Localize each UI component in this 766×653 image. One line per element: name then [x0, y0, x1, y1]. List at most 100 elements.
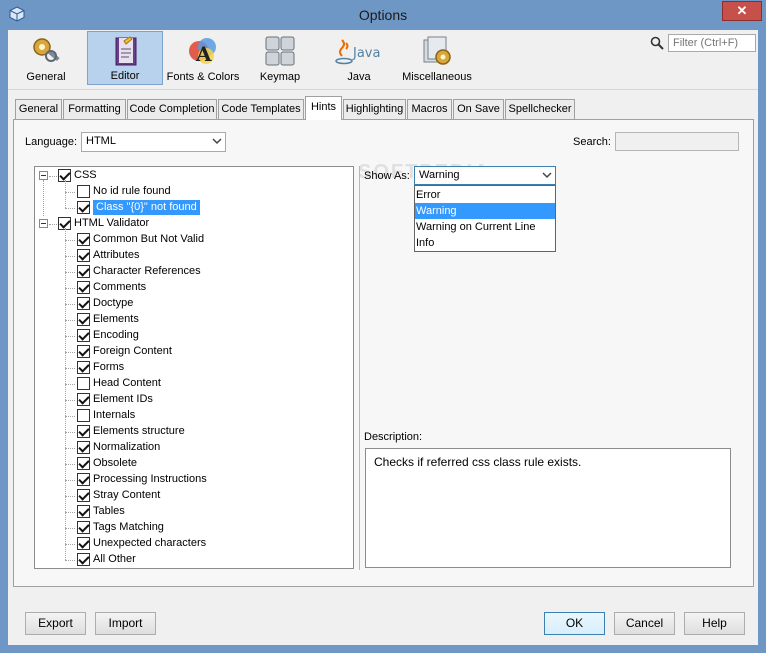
- show-as-option[interactable]: Warning: [415, 203, 555, 219]
- hint-checkbox[interactable]: [77, 441, 90, 454]
- tree-connector: [65, 256, 75, 257]
- tree-item-row[interactable]: Encoding: [77, 328, 139, 344]
- cancel-button[interactable]: Cancel: [614, 612, 675, 635]
- close-button[interactable]: ✕: [722, 1, 762, 21]
- title-bar[interactable]: Options ✕: [0, 0, 766, 30]
- tree-item-row[interactable]: Stray Content: [77, 488, 160, 504]
- tree-item-row[interactable]: Common But Not Valid: [77, 232, 204, 248]
- tree-connector: [65, 228, 66, 560]
- category-editor[interactable]: Editor: [87, 31, 163, 85]
- category-miscellaneous[interactable]: Miscellaneous: [397, 31, 477, 85]
- language-select[interactable]: HTML: [81, 132, 226, 152]
- hint-label: Attributes: [93, 249, 140, 261]
- category-label: Fonts & Colors: [166, 71, 240, 83]
- hint-checkbox[interactable]: [77, 409, 90, 422]
- show-as-option[interactable]: Warning on Current Line: [415, 219, 555, 235]
- hint-checkbox[interactable]: [77, 537, 90, 550]
- tree-item-row[interactable]: Head Content: [77, 376, 161, 392]
- hint-checkbox[interactable]: [77, 361, 90, 374]
- tree-group-label: CSS: [74, 169, 97, 181]
- tree-item-row[interactable]: No id rule found: [77, 184, 171, 200]
- category-keymap[interactable]: Keymap: [242, 31, 318, 85]
- tree-item-row[interactable]: Tables: [77, 504, 125, 520]
- hint-checkbox[interactable]: [77, 313, 90, 326]
- show-as-select[interactable]: Warning: [414, 166, 556, 185]
- hint-checkbox[interactable]: [77, 185, 90, 198]
- splitter[interactable]: [359, 166, 360, 570]
- export-button[interactable]: Export: [25, 612, 86, 635]
- help-button[interactable]: Help: [684, 612, 745, 635]
- tree-group-row[interactable]: HTML Validator: [58, 216, 149, 232]
- category-label: Java: [347, 71, 371, 83]
- tab-spellchecker[interactable]: Spellchecker: [505, 99, 575, 119]
- gears-icon: [33, 38, 60, 62]
- tab-macros[interactable]: Macros: [407, 99, 452, 119]
- tree-item-row[interactable]: Processing Instructions: [77, 472, 207, 488]
- hint-checkbox[interactable]: [77, 425, 90, 438]
- tree-connector: [65, 464, 75, 465]
- hint-label: Forms: [93, 361, 125, 373]
- tree-group-row[interactable]: CSS: [58, 168, 97, 184]
- hint-checkbox[interactable]: [77, 473, 90, 486]
- tree-item-row[interactable]: Elements structure: [77, 424, 185, 440]
- hints-tree[interactable]: CSS No id rule found Class "{0}" not found…: [34, 166, 354, 569]
- hint-checkbox[interactable]: [77, 233, 90, 246]
- hint-checkbox[interactable]: [77, 393, 90, 406]
- tree-item-row[interactable]: Doctype: [77, 296, 133, 312]
- tree-item-row[interactable]: Normalization: [77, 440, 160, 456]
- tree-item-row[interactable]: Obsolete: [77, 456, 137, 472]
- show-as-option[interactable]: Error: [415, 187, 555, 203]
- hint-checkbox[interactable]: [77, 345, 90, 358]
- tree-item-row[interactable]: Unexpected characters: [77, 536, 206, 552]
- tab-code-templates[interactable]: Code Templates: [218, 99, 304, 119]
- hint-checkbox[interactable]: [77, 489, 90, 502]
- category-general[interactable]: General: [8, 31, 84, 85]
- search-input[interactable]: [615, 132, 739, 151]
- tree-connector: [65, 528, 75, 529]
- tree-item-row[interactable]: All Other: [77, 552, 136, 568]
- tree-item-row[interactable]: Character References: [77, 264, 201, 280]
- category-java[interactable]: Java Java: [321, 31, 397, 85]
- tree-connector: [49, 224, 57, 225]
- hint-checkbox[interactable]: [77, 377, 90, 390]
- tab-general[interactable]: General: [15, 99, 62, 119]
- hint-label: Unexpected characters: [93, 537, 207, 549]
- tree-item-row[interactable]: Elements: [77, 312, 139, 328]
- tree-connector: [65, 192, 75, 193]
- tree-item-row[interactable]: Class "{0}" not found: [77, 200, 200, 216]
- hint-label: Doctype: [93, 297, 134, 309]
- tab-formatting[interactable]: Formatting: [63, 99, 126, 119]
- tree-connector: [65, 180, 66, 208]
- tab-highlighting[interactable]: Highlighting: [343, 99, 406, 119]
- tab-hints[interactable]: Hints: [305, 96, 342, 120]
- tree-item-row[interactable]: Forms: [77, 360, 124, 376]
- hint-checkbox[interactable]: [77, 329, 90, 342]
- tab-on-save[interactable]: On Save: [453, 99, 504, 119]
- import-button[interactable]: Import: [95, 612, 156, 635]
- tree-item-row[interactable]: Comments: [77, 280, 146, 296]
- tree-item-row[interactable]: Internals: [77, 408, 135, 424]
- hint-checkbox[interactable]: [77, 297, 90, 310]
- show-as-dropdown-list[interactable]: Error Warning Warning on Current Line Info: [414, 185, 556, 252]
- hint-checkbox[interactable]: [77, 505, 90, 518]
- show-as-option[interactable]: Info: [415, 235, 555, 251]
- hint-checkbox[interactable]: [77, 457, 90, 470]
- hint-checkbox[interactable]: [77, 553, 90, 566]
- tab-code-completion[interactable]: Code Completion: [127, 99, 217, 119]
- tree-collapse-icon[interactable]: [39, 219, 48, 228]
- hint-checkbox[interactable]: [77, 201, 90, 214]
- hint-checkbox[interactable]: [77, 265, 90, 278]
- ok-button[interactable]: OK: [544, 612, 605, 635]
- tree-collapse-icon[interactable]: [39, 171, 48, 180]
- tree-item-row[interactable]: Attributes: [77, 248, 139, 264]
- tree-item-row[interactable]: Tags Matching: [77, 520, 164, 536]
- filter-input[interactable]: [668, 34, 756, 52]
- hint-checkbox[interactable]: [77, 281, 90, 294]
- language-value: HTML: [86, 135, 116, 147]
- tree-item-row[interactable]: Foreign Content: [77, 344, 172, 360]
- tree-item-row[interactable]: Element IDs: [77, 392, 153, 408]
- hint-label: Character References: [93, 265, 201, 277]
- category-fonts-colors[interactable]: A Fonts & Colors: [164, 31, 242, 85]
- hint-checkbox[interactable]: [77, 249, 90, 262]
- hint-checkbox[interactable]: [77, 521, 90, 534]
